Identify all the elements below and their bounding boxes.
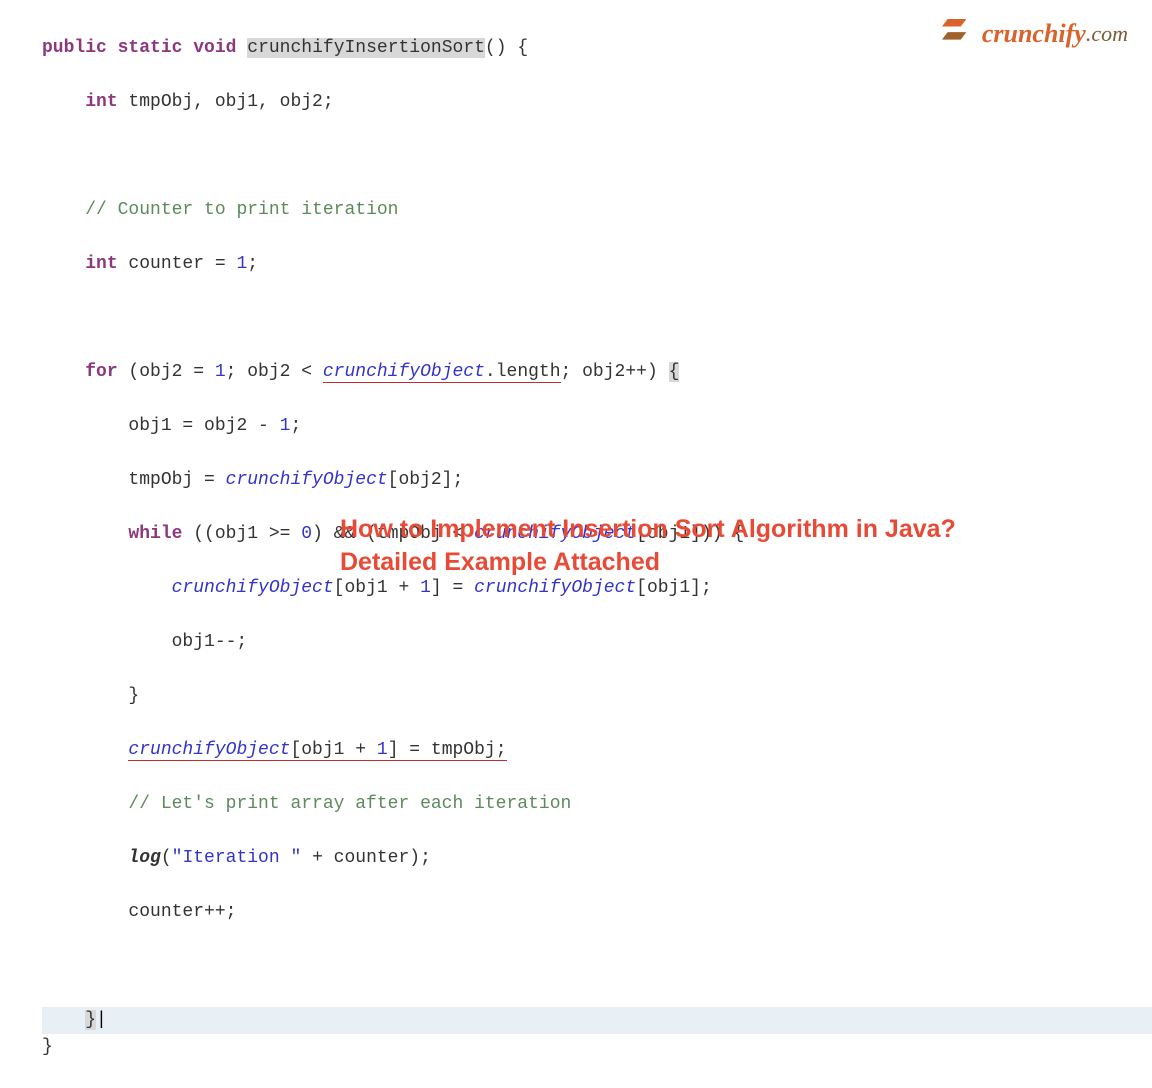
code-text: counter++; (128, 902, 236, 922)
number: 1 (215, 362, 226, 382)
type-int: int (85, 92, 117, 112)
keyword-static: static (118, 38, 183, 58)
code-text: ; (290, 416, 301, 436)
code-text: } (128, 686, 139, 706)
brace-match: } (85, 1010, 96, 1030)
code-text: ] = tmpObj; (388, 740, 507, 760)
code-text: ; obj2++) (561, 362, 669, 382)
code-text: + counter); (301, 848, 431, 868)
method-name: crunchifyInsertionSort (247, 38, 485, 58)
code-blank-line (42, 305, 1152, 332)
article-title: How to Implement Insertion Sort Algorith… (340, 513, 956, 581)
crunchify-icon (938, 19, 976, 49)
code-text: obj1--; (172, 632, 248, 652)
code-text: counter = (118, 254, 237, 274)
code-text: . (485, 362, 496, 382)
code-text: ] = (431, 578, 474, 598)
logo-suffix: .com (1086, 17, 1128, 50)
title-line-2: Detailed Example Attached (340, 546, 956, 580)
code-blank-line (42, 143, 1152, 170)
function-call: log (128, 848, 160, 868)
code-text: [obj2]; (388, 470, 464, 490)
number: 1 (377, 740, 388, 760)
code-text: () { (485, 38, 528, 58)
code-line-4: int counter = 1; (42, 251, 1152, 278)
title-line-1: How to Implement Insertion Sort Algorith… (340, 513, 956, 547)
field-ref: crunchifyObject (323, 362, 485, 382)
code-text: tmpObj, obj1, obj2; (118, 92, 334, 112)
property: length (496, 362, 561, 382)
code-text: ; (247, 254, 258, 274)
keyword-for: for (85, 362, 117, 382)
string: "Iteration " (172, 848, 302, 868)
logo-brand-text: crunchify (982, 14, 1086, 53)
number: 1 (420, 578, 431, 598)
code-line-14: log("Iteration " + counter); (42, 845, 1152, 872)
code-text: tmpObj = (128, 470, 225, 490)
code-line-10: obj1--; (42, 629, 1152, 656)
code-line-15: counter++; (42, 899, 1152, 926)
code-line-3: // Counter to print iteration (42, 197, 1152, 224)
field-ref: crunchifyObject (128, 740, 290, 760)
field-ref: crunchifyObject (474, 578, 636, 598)
code-line-13: // Let's print array after each iteratio… (42, 791, 1152, 818)
code-line-7: tmpObj = crunchifyObject[obj2]; (42, 467, 1152, 494)
keyword-public: public (42, 38, 107, 58)
code-text: [obj1]; (636, 578, 712, 598)
field-ref: crunchifyObject (226, 470, 388, 490)
code-line-5: for (obj2 = 1; obj2 < crunchifyObject.le… (42, 359, 1152, 386)
code-line-2: int tmpObj, obj1, obj2; (42, 89, 1152, 116)
code-text: [obj1 + (334, 578, 420, 598)
code-line-12: crunchifyObject[obj1 + 1] = tmpObj; (42, 737, 1152, 764)
type-int: int (85, 254, 117, 274)
number: 1 (280, 416, 291, 436)
code-text: ((obj1 >= (182, 524, 301, 544)
code-text: (obj2 = (118, 362, 215, 382)
comment: // Counter to print iteration (85, 200, 398, 220)
text-cursor (96, 1010, 107, 1030)
code-text: [obj1 + (290, 740, 376, 760)
number: 1 (236, 254, 247, 274)
comment: // Let's print array after each iteratio… (128, 794, 571, 814)
keyword-void: void (193, 38, 236, 58)
keyword-while: while (128, 524, 182, 544)
code-line-6: obj1 = obj2 - 1; (42, 413, 1152, 440)
code-text: } (42, 1037, 53, 1057)
code-line-11: } (42, 683, 1152, 710)
number: 0 (301, 524, 312, 544)
brace-match: { (669, 362, 680, 382)
code-text: obj1 = obj2 - (128, 416, 279, 436)
code-line-17: } (42, 1034, 1152, 1061)
code-text: ; obj2 < (226, 362, 323, 382)
code-text: ( (161, 848, 172, 868)
field-ref: crunchifyObject (172, 578, 334, 598)
code-line-cursor: } (42, 1007, 1152, 1034)
code-blank-line (42, 953, 1152, 980)
brand-logo: crunchify.com (938, 14, 1128, 53)
